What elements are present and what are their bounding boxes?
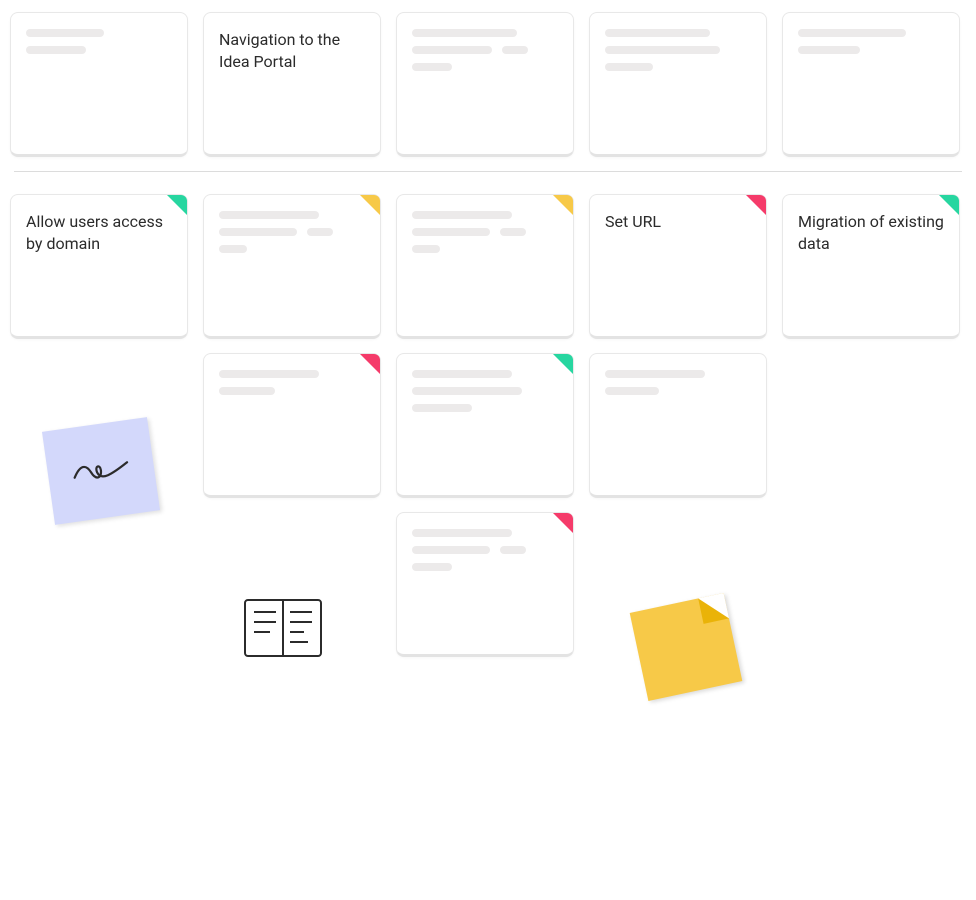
story-card[interactable] xyxy=(10,12,188,157)
whiteboard-canvas[interactable]: Navigation to the Idea Portal xyxy=(0,0,976,683)
story-card[interactable] xyxy=(589,12,767,157)
placeholder-text xyxy=(605,29,751,71)
sticky-note-yellow[interactable] xyxy=(630,593,743,701)
status-tag-pink xyxy=(746,195,766,215)
story-card[interactable]: Allow users access by domain xyxy=(10,194,188,339)
story-card[interactable] xyxy=(782,12,960,157)
placeholder-text xyxy=(412,370,558,412)
card-title: Navigation to the Idea Portal xyxy=(219,29,365,72)
open-book-icon[interactable] xyxy=(242,596,324,660)
placeholder-text xyxy=(26,29,172,54)
placeholder-text xyxy=(412,211,558,253)
placeholder-text xyxy=(219,211,365,253)
placeholder-text xyxy=(798,29,944,54)
status-tag-yellow xyxy=(360,195,380,215)
card-title: Set URL xyxy=(605,211,751,233)
story-card[interactable] xyxy=(203,353,381,498)
story-card[interactable]: Set URL xyxy=(589,194,767,339)
note-fold xyxy=(698,593,729,624)
placeholder-text xyxy=(412,529,558,571)
status-tag-green xyxy=(167,195,187,215)
story-card[interactable] xyxy=(396,12,574,157)
card-title: Allow users access by domain xyxy=(26,211,172,254)
story-card[interactable] xyxy=(396,353,574,498)
card-row-second: Allow users access by domain Set URL M xyxy=(10,194,966,339)
card-row-third xyxy=(203,353,966,498)
status-tag-green xyxy=(553,354,573,374)
placeholder-text xyxy=(605,370,751,395)
status-tag-green xyxy=(939,195,959,215)
status-tag-pink xyxy=(553,513,573,533)
story-card[interactable] xyxy=(203,194,381,339)
status-tag-yellow xyxy=(553,195,573,215)
card-row-top: Navigation to the Idea Portal xyxy=(10,12,966,157)
squiggle-icon xyxy=(69,452,133,490)
story-card[interactable]: Navigation to the Idea Portal xyxy=(203,12,381,157)
story-card[interactable] xyxy=(589,353,767,498)
card-title: Migration of existing data xyxy=(798,211,944,254)
story-card[interactable] xyxy=(396,512,574,657)
status-tag-pink xyxy=(360,354,380,374)
story-card[interactable] xyxy=(396,194,574,339)
placeholder-text xyxy=(412,29,558,71)
sticky-note-blue[interactable] xyxy=(42,417,160,525)
placeholder-text xyxy=(219,370,365,395)
section-divider xyxy=(14,171,962,172)
story-card[interactable]: Migration of existing data xyxy=(782,194,960,339)
